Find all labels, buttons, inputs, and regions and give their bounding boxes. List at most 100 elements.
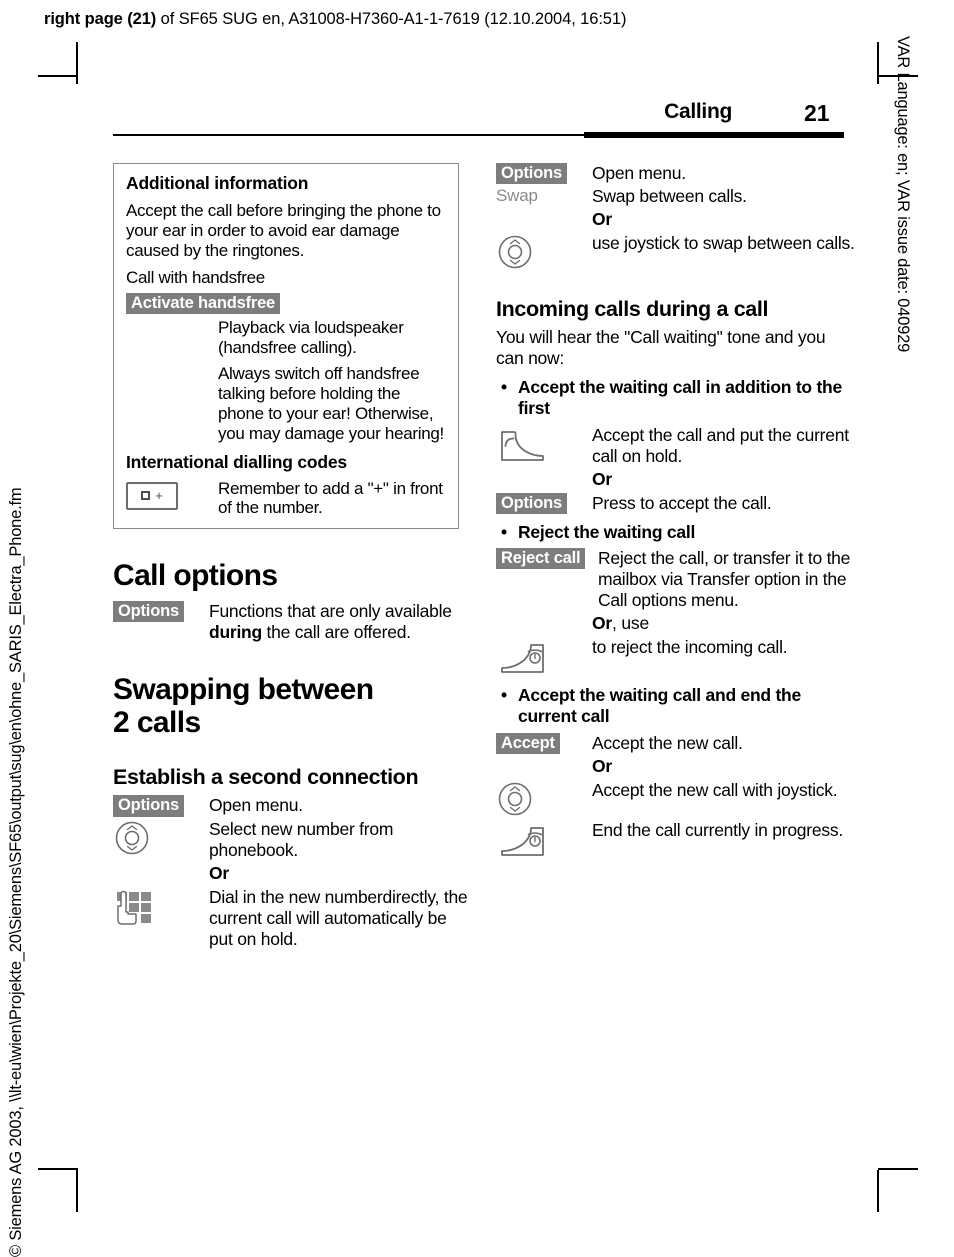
bullet-accept-and-end-current-call: Accept the waiting call and end the curr… xyxy=(501,685,856,726)
incoming-or-label-1: Or xyxy=(592,468,613,489)
softkey-options[interactable]: Options xyxy=(496,163,567,185)
incoming-intro-text: You will hear the "Call waiting" tone an… xyxy=(496,327,826,369)
page-header: Calling 21 xyxy=(113,100,844,144)
bullet-reject-waiting-call: Reject the waiting call xyxy=(501,522,856,543)
phone-accept-icon xyxy=(501,430,544,461)
establish-row-options-key: Options xyxy=(113,795,209,817)
menu-item-swap[interactable]: Swap xyxy=(496,186,538,206)
incoming-row-reject-call-description: Reject the call, or transfer it to the m… xyxy=(598,548,851,611)
key-zero-plus-cell: + xyxy=(126,479,218,510)
swap-row-joystick: use joystick to swap between calls. xyxy=(496,233,856,271)
incoming-row-joystick: Accept the new call with joystick. xyxy=(496,780,856,818)
page-number: 21 xyxy=(804,100,830,126)
establish-row-joystick-description: Select new number from phonebook. xyxy=(209,818,394,860)
copyright-path-sidenote: © Siemens AG 2003, \\lt-eu\wien\Projekte… xyxy=(7,487,25,1257)
incoming-or-use-suffix: , use xyxy=(612,613,649,634)
heading-call-options: Call options xyxy=(113,559,278,593)
establish-row-keypad-key xyxy=(113,887,209,932)
softkey-options[interactable]: Options xyxy=(496,492,567,514)
header-rule-thick xyxy=(584,132,844,138)
heading-swapping-between-2-calls: Swapping between 2 calls xyxy=(113,673,473,739)
crop-mark-bottom-left-horizontal xyxy=(38,1168,78,1170)
chapter-title: Calling xyxy=(664,100,732,123)
softkey-activate-handsfree[interactable]: Activate handsfree xyxy=(126,293,281,315)
incoming-row-accept-description: Accept the new call. xyxy=(592,732,743,753)
establish-row-options: Options Open menu. xyxy=(113,795,473,817)
incoming-row-accept-key: Accept xyxy=(496,732,592,754)
international-dialling-description: Remember to add a "+" in front of the nu… xyxy=(218,478,443,518)
heading-swapping-line-1: Swapping between xyxy=(113,673,374,707)
crop-mark-bottom-right-vertical xyxy=(877,1170,879,1212)
info-box-title: Additional information xyxy=(126,173,309,193)
swap-row-options: Options Open menu. xyxy=(496,163,856,185)
incoming-row-reject-call-key: Reject call xyxy=(496,548,598,570)
establish-row-joystick-key xyxy=(113,819,209,857)
incoming-or-use-label: Or, use xyxy=(592,613,856,634)
softkey-reject-call[interactable]: Reject call xyxy=(496,548,586,570)
call-options-row: Options Functions that are only availabl… xyxy=(113,601,473,643)
crop-mark-bottom-left-vertical xyxy=(76,1170,78,1212)
key-plus-glyph: + xyxy=(155,488,163,504)
crop-mark-bottom-right-horizontal xyxy=(878,1168,918,1170)
key-zero-square-glyph xyxy=(141,491,151,501)
incoming-row-joystick-description: Accept the new call with joystick. xyxy=(592,779,838,800)
incoming-row-reject-call: Reject call Reject the call, or transfer… xyxy=(496,548,856,611)
swap-row-joystick-description: use joystick to swap between calls. xyxy=(592,233,855,254)
incoming-row-phone-end-reject: to reject the incoming call. xyxy=(496,637,856,677)
incoming-row-phone-accept: Accept the call and put the current call… xyxy=(496,425,856,467)
joystick-icon xyxy=(115,821,149,854)
swap-row-swap-key: Swap xyxy=(496,186,592,206)
heading-swapping-line-2: 2 calls xyxy=(113,706,201,740)
incoming-bullet-list-3: Accept the waiting call and end the curr… xyxy=(496,685,856,726)
crop-mark-top-right-vertical xyxy=(877,42,879,84)
establish-or-label: Or xyxy=(209,862,230,883)
bullet-accept-waiting-call-in-addition: Accept the waiting call in addition to t… xyxy=(501,377,856,418)
info-box-paragraph-1: Accept the call before bringing the phon… xyxy=(126,201,441,261)
incoming-or-label-2: Or xyxy=(592,755,613,776)
call-options-key-cell: Options xyxy=(113,601,209,623)
phone-end-icon xyxy=(501,826,544,856)
softkey-options[interactable]: Options xyxy=(113,795,184,817)
incoming-row-options-description: Press to accept the call. xyxy=(592,492,772,513)
swap-row-options-key: Options xyxy=(496,163,592,185)
left-column: Additional information Accept the call b… xyxy=(113,163,473,952)
print-header-document-info: of SF65 SUG en, A31008-H7360-A1-1-7619 (… xyxy=(156,10,627,28)
establish-row-keypad-description: Dial in the new numberdirectly, the curr… xyxy=(209,886,468,949)
print-header-page-label: right page (21) xyxy=(44,10,157,28)
incoming-row-phone-end-reject-description: to reject the incoming call. xyxy=(592,637,788,658)
info-box-paragraph-2: Call with handsfree xyxy=(126,268,265,288)
handsfree-description-2: Always switch off handsfree talking befo… xyxy=(218,364,444,443)
handsfree-description-1: Playback via loudspeaker (handsfree call… xyxy=(218,318,404,358)
swap-row-options-description: Open menu. xyxy=(592,163,686,183)
establish-row-options-description: Open menu. xyxy=(209,795,303,816)
incoming-row-phone-accept-key xyxy=(496,425,592,465)
heading-incoming-calls-during-a-call: Incoming calls during a call xyxy=(496,297,769,322)
incoming-row-options-key: Options xyxy=(496,492,592,514)
swap-row-swap: Swap Swap between calls. xyxy=(496,186,856,207)
keypad-icon xyxy=(117,890,151,925)
joystick-icon xyxy=(498,782,532,816)
incoming-row-options: Options Press to accept the call. xyxy=(496,492,856,514)
call-options-desc-part-2: the call are offered. xyxy=(261,622,411,643)
establish-row-keypad: Dial in the new numberdirectly, the curr… xyxy=(113,887,473,950)
subheading-establish-second-connection: Establish a second connection xyxy=(113,765,419,790)
incoming-row-phone-end-key xyxy=(496,820,592,860)
additional-information-box: Additional information Accept the call b… xyxy=(113,163,459,530)
phone-end-icon xyxy=(501,644,544,674)
incoming-or-use-bold: Or xyxy=(592,613,613,634)
softkey-accept[interactable]: Accept xyxy=(496,732,560,754)
print-header: right page (21) of SF65 SUG en, A31008-H… xyxy=(44,10,626,29)
incoming-row-phone-accept-description: Accept the call and put the current call… xyxy=(592,424,849,466)
incoming-row-phone-end: End the call currently in progress. xyxy=(496,820,856,860)
softkey-options[interactable]: Options xyxy=(113,601,184,623)
var-language-sidenote: VAR Language: en; VAR issue date: 040929 xyxy=(894,36,912,353)
incoming-bullet-list-2: Reject the waiting call xyxy=(496,522,856,543)
crop-mark-top-left-vertical xyxy=(76,42,78,84)
incoming-bullet-list-1: Accept the waiting call in addition to t… xyxy=(496,377,856,418)
crop-mark-top-left-horizontal xyxy=(38,75,78,77)
swap-row-joystick-key xyxy=(496,233,592,271)
call-options-desc-emphasis: during xyxy=(209,622,262,643)
incoming-row-phone-end-reject-key xyxy=(496,637,592,677)
key-zero-plus-icon: + xyxy=(126,481,178,510)
joystick-icon xyxy=(498,235,532,269)
